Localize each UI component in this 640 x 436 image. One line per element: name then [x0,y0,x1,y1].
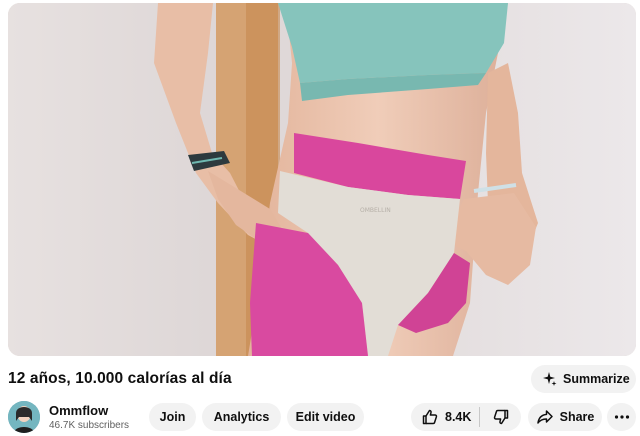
video-player[interactable]: OMBELLIN [8,3,636,356]
like-count: 8.4K [445,410,472,424]
video-frame: OMBELLIN [8,3,636,356]
summarize-button[interactable]: Summarize [531,365,636,393]
svg-text:OMBELLIN: OMBELLIN [360,207,391,214]
share-label: Share [559,410,595,424]
like-button[interactable]: 8.4K [411,403,479,431]
share-icon [536,408,554,426]
more-actions-button[interactable] [607,403,636,431]
like-dislike-bar: 8.4K [411,403,521,431]
sparkle-icon [541,371,557,387]
share-button[interactable]: Share [528,403,602,431]
thumbs-down-icon [492,408,510,426]
edit-video-button[interactable]: Edit video [287,403,364,431]
join-button[interactable]: Join [149,403,196,431]
channel-name[interactable]: Ommflow [49,403,108,418]
video-title: 12 años, 10.000 calorías al día [8,370,232,387]
avatar[interactable] [8,401,40,433]
subscriber-count: 46.7K subscribers [49,420,130,431]
analytics-button[interactable]: Analytics [202,403,281,431]
summarize-label: Summarize [563,372,630,386]
more-horizontal-icon [614,414,630,420]
dislike-button[interactable] [480,403,521,431]
thumbs-up-icon [421,408,439,426]
